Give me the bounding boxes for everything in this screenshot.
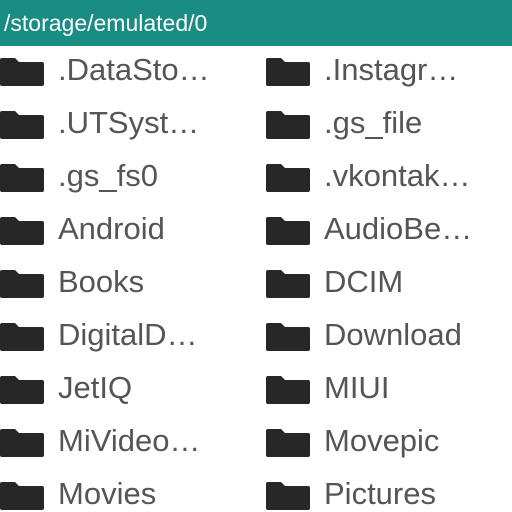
folder-item[interactable]: DCIM (0, 258, 403, 310)
folder-name: DCIM (324, 264, 404, 299)
folder-item[interactable]: AudioBe… (0, 205, 472, 257)
folder-item[interactable]: Download (0, 311, 462, 363)
folder-name: Download (324, 317, 462, 352)
folder-item[interactable]: Pictures (0, 470, 436, 512)
folder-icon (266, 482, 310, 510)
folder-icon (266, 376, 310, 404)
folder-grid: .DataSto… .Instagr… .UTSyst… .gs_file .g… (0, 46, 512, 512)
folder-item[interactable]: Movepic (0, 417, 439, 469)
folder-icon (266, 270, 310, 298)
folder-name: .gs_file (324, 105, 423, 140)
folder-item[interactable]: .Instagr… (0, 46, 458, 98)
file-browser-screen: /storage/emulated/0 .DataSto… .Instagr… … (0, 0, 512, 512)
folder-name: AudioBe… (324, 211, 473, 246)
folder-name: .Instagr… (324, 52, 459, 87)
folder-item[interactable]: .vkontak… (0, 152, 470, 204)
folder-icon (266, 111, 310, 139)
folder-item[interactable]: .gs_file (0, 99, 422, 151)
folder-name: Pictures (324, 476, 436, 511)
folder-name: Movepic (324, 423, 440, 458)
folder-icon (266, 429, 310, 457)
folder-item[interactable]: MIUI (0, 364, 389, 416)
folder-icon (266, 58, 310, 86)
folder-icon (266, 217, 310, 245)
current-path: /storage/emulated/0 (4, 10, 208, 36)
folder-name: MIUI (324, 370, 390, 405)
folder-icon (266, 164, 310, 192)
folder-icon (266, 323, 310, 351)
path-bar: /storage/emulated/0 (0, 0, 512, 46)
folder-name: .vkontak… (324, 158, 471, 193)
